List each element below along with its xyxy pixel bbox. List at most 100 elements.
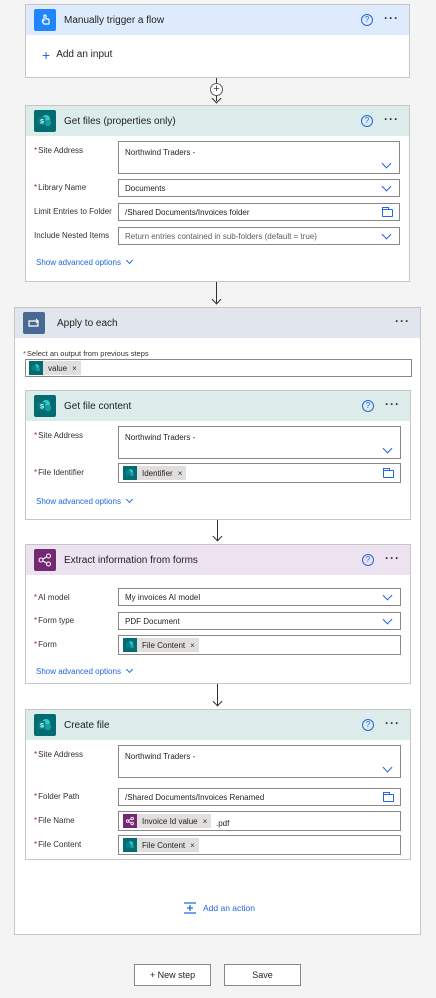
- show-advanced-label: Show advanced options: [36, 497, 121, 506]
- get-file-content-title: Get file content: [64, 400, 132, 412]
- create-file-card[interactable]: S Create file ? ··· *Site Address Northw…: [25, 709, 411, 860]
- chevron-down-icon[interactable]: [381, 158, 392, 169]
- select-output-label: *Select an output from previous steps: [23, 349, 149, 358]
- site-address-value: Northwind Traders -: [125, 148, 196, 157]
- select-output-input[interactable]: value ×: [25, 359, 412, 377]
- get-file-content-header[interactable]: S Get file content ? ···: [26, 391, 410, 421]
- loop-icon: [23, 312, 45, 334]
- help-icon[interactable]: ?: [362, 554, 374, 566]
- value-token-label: value: [48, 363, 68, 373]
- more-options-icon[interactable]: ···: [384, 112, 399, 126]
- more-options-icon[interactable]: ···: [395, 314, 410, 328]
- more-options-icon[interactable]: ···: [385, 716, 400, 730]
- library-name-value: Documents: [125, 184, 166, 193]
- site-address-dropdown[interactable]: Northwind Traders -: [118, 141, 400, 174]
- library-name-label: *Library Name: [34, 183, 86, 192]
- remove-token-icon[interactable]: ×: [190, 841, 195, 850]
- site-address-label: *Site Address: [34, 431, 83, 440]
- required-marker: *: [34, 792, 38, 801]
- trigger-card[interactable]: Manually trigger a flow ? ··· + Add an i…: [25, 4, 410, 78]
- identifier-token[interactable]: Identifier ×: [123, 466, 187, 480]
- touch-trigger-icon: [34, 9, 56, 31]
- value-token[interactable]: value ×: [29, 361, 81, 375]
- show-advanced-label: Show advanced options: [36, 667, 121, 676]
- site-address-value: Northwind Traders -: [125, 433, 196, 442]
- folder-picker-icon[interactable]: [383, 468, 394, 478]
- extract-forms-card[interactable]: Extract information from forms ? ··· *AI…: [25, 544, 411, 684]
- invoice-id-token-label: Invoice Id value: [142, 816, 198, 826]
- form-label: *Form: [34, 640, 57, 649]
- add-action-icon: [183, 902, 197, 914]
- add-input-label: Add an input: [56, 49, 113, 60]
- help-icon[interactable]: ?: [362, 400, 374, 412]
- show-advanced-options[interactable]: Show advanced options: [36, 256, 133, 267]
- ai-builder-icon: [123, 814, 137, 828]
- file-content-input[interactable]: File Content ×: [118, 835, 401, 855]
- remove-token-icon[interactable]: ×: [72, 364, 77, 373]
- add-action-button[interactable]: Add an action: [183, 902, 255, 914]
- nested-items-value: Return entries contained in sub-folders …: [125, 232, 317, 241]
- extract-forms-header[interactable]: Extract information from forms ? ···: [26, 545, 410, 575]
- save-button[interactable]: Save: [224, 964, 301, 986]
- more-options-icon[interactable]: ···: [384, 11, 399, 25]
- site-address-dropdown[interactable]: Northwind Traders -: [118, 426, 401, 459]
- chevron-down-icon[interactable]: [382, 614, 393, 625]
- create-file-title: Create file: [64, 719, 110, 731]
- remove-token-icon[interactable]: ×: [190, 641, 195, 650]
- site-address-dropdown[interactable]: Northwind Traders -: [118, 745, 401, 778]
- required-marker: *: [23, 349, 26, 358]
- remove-token-icon[interactable]: ×: [178, 469, 183, 478]
- more-options-icon[interactable]: ···: [385, 397, 400, 411]
- add-input-button[interactable]: + Add an input: [42, 46, 113, 63]
- nested-items-dropdown[interactable]: Return entries contained in sub-folders …: [118, 227, 400, 245]
- arrow-head: [211, 93, 222, 104]
- show-advanced-options[interactable]: Show advanced options: [36, 665, 133, 676]
- apply-to-each-header[interactable]: Apply to each ···: [15, 308, 420, 338]
- get-file-content-card[interactable]: S Get file content ? ··· *Site Address N…: [25, 390, 411, 520]
- site-address-value: Northwind Traders -: [125, 752, 196, 761]
- file-name-input[interactable]: Invoice Id value × .pdf: [118, 811, 401, 831]
- file-content-token[interactable]: File Content ×: [123, 638, 199, 652]
- file-identifier-input[interactable]: Identifier ×: [118, 463, 401, 483]
- chevron-down-icon[interactable]: [381, 181, 392, 192]
- form-type-label-text: Form type: [38, 616, 75, 625]
- folder-path-input[interactable]: /Shared Documents/Invoices Renamed: [118, 788, 401, 806]
- form-type-dropdown[interactable]: PDF Document: [118, 612, 401, 630]
- help-icon[interactable]: ?: [362, 719, 374, 731]
- folder-picker-icon[interactable]: [383, 792, 394, 802]
- chevron-down-icon[interactable]: [382, 762, 393, 773]
- file-content-label-text: File Content: [38, 840, 82, 849]
- form-input[interactable]: File Content ×: [118, 635, 401, 655]
- chevron-down-icon[interactable]: [381, 229, 392, 240]
- sharepoint-icon: S: [34, 395, 56, 417]
- trigger-title: Manually trigger a flow: [64, 14, 165, 26]
- get-files-card[interactable]: S Get files (properties only) ? ··· *Sit…: [25, 105, 410, 282]
- required-marker: *: [34, 816, 38, 825]
- form-type-label: *Form type: [34, 616, 74, 625]
- required-marker: *: [34, 593, 38, 602]
- arrow-head: [212, 696, 223, 707]
- more-options-icon[interactable]: ···: [385, 551, 400, 565]
- file-content-token-label: File Content: [142, 840, 186, 850]
- file-identifier-label: *File Identifier: [34, 468, 84, 477]
- plus-icon: +: [42, 46, 51, 63]
- help-icon[interactable]: ?: [361, 115, 373, 127]
- invoice-id-token[interactable]: Invoice Id value ×: [123, 814, 212, 828]
- folder-path-label-text: Folder Path: [38, 792, 80, 801]
- trigger-header[interactable]: Manually trigger a flow ? ···: [26, 5, 409, 35]
- file-content-token[interactable]: File Content ×: [123, 838, 199, 852]
- chevron-down-icon[interactable]: [382, 443, 393, 454]
- library-name-dropdown[interactable]: Documents: [118, 179, 400, 197]
- show-advanced-options[interactable]: Show advanced options: [36, 495, 133, 506]
- new-step-button[interactable]: + New step: [134, 964, 211, 986]
- create-file-header[interactable]: S Create file ? ···: [26, 710, 410, 740]
- get-files-header[interactable]: S Get files (properties only) ? ···: [26, 106, 409, 136]
- chevron-down-icon[interactable]: [382, 590, 393, 601]
- help-icon[interactable]: ?: [361, 14, 373, 26]
- apply-to-each-card[interactable]: Apply to each ··· *Select an output from…: [14, 307, 421, 935]
- site-address-label: *Site Address: [34, 146, 83, 155]
- ai-model-dropdown[interactable]: My invoices AI model: [118, 588, 401, 606]
- folder-picker-icon[interactable]: [382, 207, 393, 217]
- limit-folder-input[interactable]: /Shared Documents/Invoices folder: [118, 203, 400, 221]
- remove-token-icon[interactable]: ×: [203, 817, 208, 826]
